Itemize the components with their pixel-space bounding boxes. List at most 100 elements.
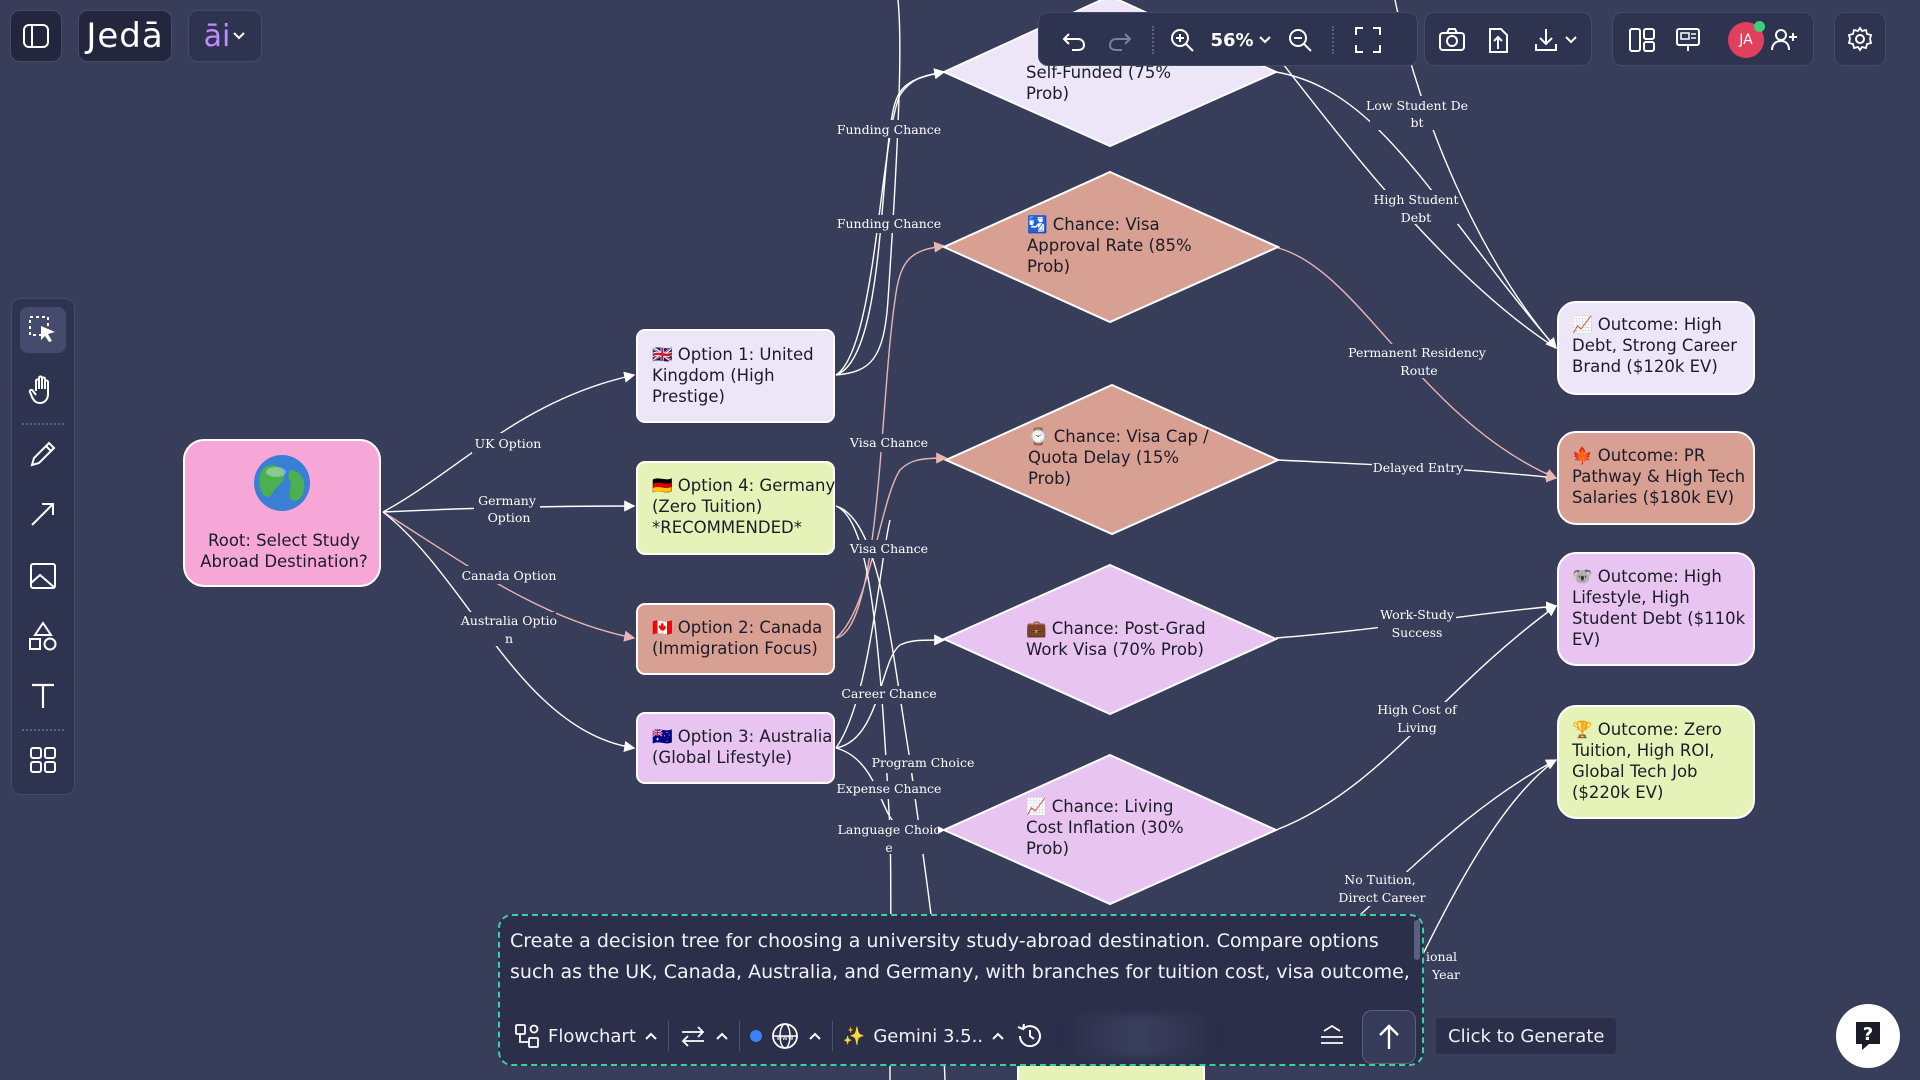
presentation-button[interactable] [1668,20,1708,60]
toolbar-divider [1332,26,1335,54]
edge-label-visa-chance-1: Visa Chance [849,435,928,450]
diagram-type-dropdown[interactable]: Flowchart [514,1023,658,1049]
node-outcome-pr-line-3: Salaries ($180k EV) [1572,488,1734,507]
edge-label-career-chance: Career Chance [841,686,936,701]
node-outcome-zero-line-3: Global Tech Job [1572,762,1698,781]
ai-label: āi [203,18,231,54]
node-option-australia[interactable]: 🇦🇺 Option 3: Australia (Global Lifestyle… [636,712,838,784]
node-canada-line-1: 🇨🇦 Option 2: Canada [652,618,822,637]
node-root[interactable]: Root: Select Study Abroad Destination? [183,439,381,587]
node-option-canada[interactable]: 🇨🇦 Option 2: Canada (Immigration Focus) [636,603,835,675]
node-outcome-lifestyle[interactable]: 🐨 Outcome: High Lifestyle, High Student … [1557,552,1755,666]
edge-label-germany-option-2: Option [488,510,531,525]
node-chance-post-grad[interactable]: 💼 Chance: Post-Grad Work Visa (70% Prob) [941,563,1279,716]
direction-dropdown[interactable] [679,1024,729,1048]
pencil-tool-button[interactable] [20,431,66,477]
tool-separator [22,423,64,425]
edge-label-canada-option: Canada Option [462,568,557,583]
node-australia-line-1: 🇦🇺 Option 3: Australia [652,727,832,746]
ai-menu-button[interactable]: āi [188,10,262,62]
bar-divider [738,1021,740,1051]
node-outcome-zero-line-2: Tuition, High ROI, [1571,741,1714,760]
edge-label-visa-chance-2: Visa Chance [849,541,928,556]
edge-label-australia-option-2: n [505,631,513,646]
layout-panels-icon [1627,25,1657,55]
tool-separator [22,729,64,731]
edge-label-uk-option: UK Option [475,436,542,451]
templates-tool-button[interactable] [20,737,66,783]
upload-file-icon [1484,25,1512,55]
node-chance-living-cost[interactable]: 📈 Chance: Living Cost Inflation (30% Pro… [941,753,1279,906]
undo-button[interactable] [1054,20,1094,60]
node-visa-cap-line-1: ⌚ Chance: Visa Cap / [1028,427,1209,446]
node-outcome-zero-tuition[interactable]: 🏆 Outcome: Zero Tuition, High ROI, Globa… [1557,705,1755,819]
edge-label-work-study-2: Success [1392,625,1443,640]
node-visa-approval-line-1: 🛂 Chance: Visa [1027,215,1160,234]
web-search-dropdown[interactable]: www [749,1021,822,1051]
layout-panel-button[interactable] [1622,20,1662,60]
arrow-up-icon [1376,1022,1402,1052]
fit-screen-button[interactable] [1348,20,1388,60]
history-button[interactable] [1015,1021,1045,1051]
upload-button[interactable] [1478,20,1518,60]
node-living-cost-line-1: 📈 Chance: Living [1026,797,1173,816]
zoom-out-icon [1286,26,1314,54]
zoom-out-button[interactable] [1280,20,1320,60]
text-tool-button[interactable] [20,673,66,719]
edge-label-germany-option-1: Germany [478,493,537,508]
node-visa-cap-line-3: Prob) [1028,469,1071,488]
sidebar-panel-icon [21,21,51,51]
edge-label-language-choice-2: e [885,840,892,855]
node-outcome-pr[interactable]: 🍁 Outcome: PR Pathway & High Tech Salari… [1557,431,1755,525]
node-option-uk[interactable]: 🇬🇧 Option 1: United Kingdom (High Presti… [636,329,835,423]
chevron-up-icon [991,1031,1005,1041]
edge-label-low-debt-1: Low Student De [1366,98,1468,113]
app-logo-text: Jedā [86,16,164,56]
edge-label-partial-2: Year [1431,967,1460,982]
blurred-area [1065,1014,1216,1058]
node-outcome-lifestyle-line-1: 🐨 Outcome: High [1572,567,1722,586]
prompt-options-bar: Flowchart www ✨ Gemini 3.5.. [500,1008,1422,1064]
left-tool-palette [11,298,75,795]
redo-button[interactable] [1100,20,1140,60]
node-outcome-high-debt[interactable]: 📈 Outcome: High Debt, Strong Career Bran… [1557,301,1755,395]
node-outcome-lifestyle-line-2: Lifestyle, High [1572,588,1690,607]
download-dropdown-button[interactable] [1524,20,1586,60]
edge-label-language-choice-1: Language Choic [838,822,941,837]
zoom-level-dropdown[interactable]: 56% [1208,20,1274,60]
image-tool-button[interactable] [20,553,66,599]
shapes-icon [27,620,59,652]
node-outcome-zero-line-1: 🏆 Outcome: Zero [1572,720,1722,739]
help-button[interactable]: ? [1836,1004,1900,1068]
node-outcome-zero-line-4: ($220k EV) [1572,783,1663,802]
fullscreen-icon [1353,25,1383,55]
collapse-panel-button[interactable] [1318,1023,1346,1049]
pan-tool-button[interactable] [20,367,66,413]
edge-label-no-tuition-2: Direct Career [1338,890,1425,905]
node-chance-visa-cap[interactable]: ⌚ Chance: Visa Cap / Quota Delay (15% Pr… [943,383,1281,536]
node-visa-cap-line-2: Quota Delay (15% [1028,448,1179,467]
generate-button[interactable] [1362,1010,1416,1064]
user-avatar[interactable]: JA [1728,21,1765,58]
screenshot-button[interactable] [1432,20,1472,60]
arrow-tool-button[interactable] [20,491,66,537]
download-icon [1532,26,1560,54]
zoom-in-button[interactable] [1162,20,1202,60]
edge-label-funding-chance-2: Funding Chance [837,216,941,231]
zoom-level-value: 56% [1210,29,1254,51]
settings-button[interactable] [1834,12,1886,66]
app-logo[interactable]: Jedā [78,10,172,62]
select-tool-button[interactable] [20,307,66,353]
node-canada-line-2: (Immigration Focus) [652,639,818,658]
model-dropdown[interactable]: ✨ Gemini 3.5.. [843,1026,1005,1047]
sidebar-toggle-button[interactable] [10,10,62,62]
node-germany-line-2: (Zero Tuition) [652,497,762,516]
node-chance-visa-approval[interactable]: 🛂 Chance: Visa Approval Rate (85% Prob) [941,170,1281,324]
prompt-input[interactable]: Create a decision tree for choosing a un… [510,926,1410,992]
add-user-button[interactable] [1764,20,1804,60]
prompt-scrollbar[interactable] [1414,920,1420,960]
edge-label-funding-chance-1: Funding Chance [837,122,941,137]
shapes-tool-button[interactable] [20,613,66,659]
node-option-germany[interactable]: 🇩🇪 Option 4: Germany (Zero Tuition) *REC… [636,461,841,555]
chevron-down-icon [232,31,246,41]
